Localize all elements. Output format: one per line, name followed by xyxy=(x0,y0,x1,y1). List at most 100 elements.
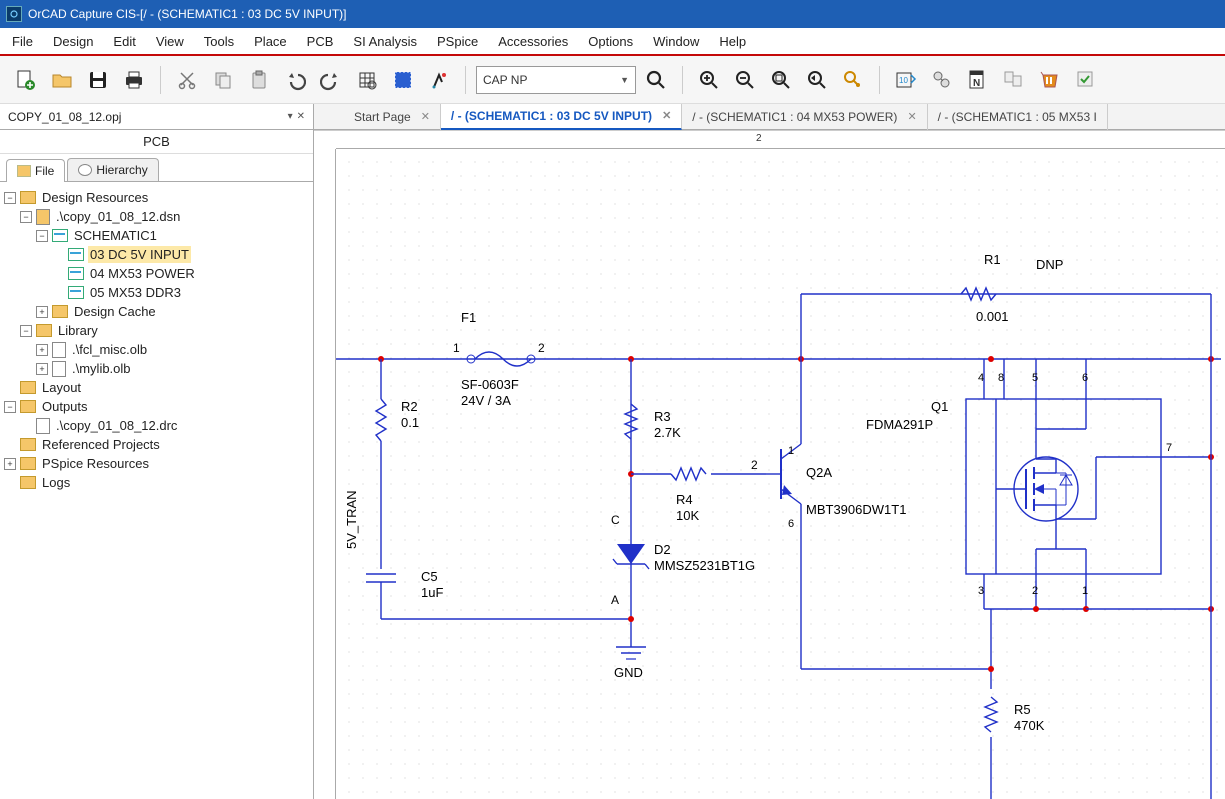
expand-icon[interactable]: + xyxy=(36,306,48,318)
schematic-drawing[interactable]: R2 0.1 C5 1uF 5V_TRAN F1 1 2 SF-0603F 24… xyxy=(336,149,1225,799)
refdes-q1[interactable]: Q1 xyxy=(931,399,948,414)
part-d2[interactable]: MMSZ5231BT1G xyxy=(654,558,755,573)
tab-file[interactable]: File xyxy=(6,159,65,182)
tree-library[interactable]: Library xyxy=(56,322,100,339)
zoom-area-button[interactable] xyxy=(765,64,797,96)
dropdown-icon[interactable]: ▾ xyxy=(288,111,293,122)
new-button[interactable] xyxy=(10,64,42,96)
tree-drc[interactable]: .\copy_01_08_12.drc xyxy=(54,417,179,434)
tab-hierarchy[interactable]: Hierarchy xyxy=(67,158,158,181)
open-button[interactable] xyxy=(46,64,78,96)
value-r2[interactable]: 0.1 xyxy=(401,415,419,430)
menu-accessories[interactable]: Accessories xyxy=(498,34,568,49)
place-part-button[interactable] xyxy=(423,64,455,96)
zoom-fit-button[interactable] xyxy=(801,64,833,96)
part-q1[interactable]: FDMA291P xyxy=(866,417,933,432)
refdes-r2[interactable]: R2 xyxy=(401,399,418,414)
rating-f1[interactable]: 24V / 3A xyxy=(461,393,511,408)
part-f1[interactable]: SF-0603F xyxy=(461,377,519,392)
tree-outputs[interactable]: Outputs xyxy=(40,398,90,415)
tree-page-03[interactable]: 03 DC 5V INPUT xyxy=(88,246,191,263)
value-r3[interactable]: 2.7K xyxy=(654,425,681,440)
crossref-button[interactable] xyxy=(998,64,1030,96)
search-button[interactable] xyxy=(640,64,672,96)
close-icon[interactable]: ✕ xyxy=(907,110,916,123)
refdes-r3[interactable]: R3 xyxy=(654,409,671,424)
value-r5[interactable]: 470K xyxy=(1014,718,1045,733)
menu-si[interactable]: SI Analysis xyxy=(353,34,417,49)
menu-pspice[interactable]: PSpice xyxy=(437,34,478,49)
menu-view[interactable]: View xyxy=(156,34,184,49)
part-search-input[interactable]: CAP NP▼ xyxy=(476,66,636,94)
tab-schematic-04[interactable]: / - (SCHEMATIC1 : 04 MX53 POWER)✕ xyxy=(682,104,927,130)
bom-button[interactable] xyxy=(1034,64,1066,96)
expand-icon[interactable]: − xyxy=(20,325,32,337)
close-icon[interactable]: ✕ xyxy=(662,109,671,122)
tab-schematic-05[interactable]: / - (SCHEMATIC1 : 05 MX53 I xyxy=(928,104,1108,130)
project-tab[interactable]: COPY_01_08_12.opj ▾✕ xyxy=(0,104,313,130)
tree-logs[interactable]: Logs xyxy=(40,474,72,491)
menu-help[interactable]: Help xyxy=(719,34,746,49)
refdes-f1[interactable]: F1 xyxy=(461,310,476,325)
tree-page-04[interactable]: 04 MX53 POWER xyxy=(88,265,197,282)
save-button[interactable] xyxy=(82,64,114,96)
menu-options[interactable]: Options xyxy=(588,34,633,49)
note-r1[interactable]: DNP xyxy=(1036,257,1063,272)
zoom-out-button[interactable] xyxy=(729,64,761,96)
refdes-d2[interactable]: D2 xyxy=(654,542,671,557)
value-r4[interactable]: 10K xyxy=(676,508,699,523)
schematic-canvas[interactable]: R2 0.1 C5 1uF 5V_TRAN F1 1 2 SF-0603F 24… xyxy=(336,149,1225,799)
menu-window[interactable]: Window xyxy=(653,34,699,49)
tree-design-resources[interactable]: Design Resources xyxy=(40,189,150,206)
expand-icon[interactable]: − xyxy=(4,192,16,204)
value-r1[interactable]: 0.001 xyxy=(976,309,1009,324)
backannotate-button[interactable] xyxy=(926,64,958,96)
cut-button[interactable] xyxy=(171,64,203,96)
tree-dsn[interactable]: .\copy_01_08_12.dsn xyxy=(54,208,182,225)
netlist-button[interactable]: N xyxy=(962,64,994,96)
paste-button[interactable] xyxy=(243,64,275,96)
expand-icon[interactable]: + xyxy=(4,458,16,470)
tab-schematic-03[interactable]: / - (SCHEMATIC1 : 03 DC 5V INPUT)✕ xyxy=(441,104,682,130)
tree-layout[interactable]: Layout xyxy=(40,379,83,396)
gnd-label[interactable]: GND xyxy=(614,665,643,680)
tree-olb1[interactable]: .\fcl_misc.olb xyxy=(70,341,149,358)
expand-icon[interactable]: + xyxy=(36,344,48,356)
copy-button[interactable] xyxy=(207,64,239,96)
refdes-r4[interactable]: R4 xyxy=(676,492,693,507)
refdes-c5[interactable]: C5 xyxy=(421,569,438,584)
print-button[interactable] xyxy=(118,64,150,96)
dropdown-icon[interactable]: ▼ xyxy=(620,75,629,85)
refdes-r5[interactable]: R5 xyxy=(1014,702,1031,717)
zoom-in-button[interactable] xyxy=(693,64,725,96)
refdes-q2a[interactable]: Q2A xyxy=(806,465,832,480)
part-q2a[interactable]: MBT3906DW1T1 xyxy=(806,502,906,517)
menu-file[interactable]: File xyxy=(12,34,33,49)
annotate-button[interactable]: 10 xyxy=(890,64,922,96)
menu-design[interactable]: Design xyxy=(53,34,93,49)
tree-page-05[interactable]: 05 MX53 DDR3 xyxy=(88,284,183,301)
grid-snap-button[interactable] xyxy=(351,64,383,96)
tree-design-cache[interactable]: Design Cache xyxy=(72,303,158,320)
project-tree[interactable]: −Design Resources −.\copy_01_08_12.dsn −… xyxy=(0,182,313,799)
menu-place[interactable]: Place xyxy=(254,34,287,49)
menu-edit[interactable]: Edit xyxy=(113,34,135,49)
tab-start-page[interactable]: Start Page✕ xyxy=(344,104,441,130)
netlabel-5vtran[interactable]: 5V_TRAN xyxy=(344,490,359,549)
area-select-button[interactable] xyxy=(387,64,419,96)
close-icon[interactable]: ✕ xyxy=(421,110,430,123)
expand-icon[interactable]: − xyxy=(4,401,16,413)
zoom-select-button[interactable] xyxy=(837,64,869,96)
tree-olb2[interactable]: .\mylib.olb xyxy=(70,360,133,377)
expand-icon[interactable]: − xyxy=(20,211,32,223)
tree-referenced[interactable]: Referenced Projects xyxy=(40,436,162,453)
tree-schematic1[interactable]: SCHEMATIC1 xyxy=(72,227,159,244)
redo-button[interactable] xyxy=(315,64,347,96)
expand-icon[interactable]: + xyxy=(36,363,48,375)
undo-button[interactable] xyxy=(279,64,311,96)
close-icon[interactable]: ✕ xyxy=(297,111,305,122)
expand-icon[interactable]: − xyxy=(36,230,48,242)
tree-pspice-res[interactable]: PSpice Resources xyxy=(40,455,151,472)
value-c5[interactable]: 1uF xyxy=(421,585,443,600)
menu-tools[interactable]: Tools xyxy=(204,34,234,49)
